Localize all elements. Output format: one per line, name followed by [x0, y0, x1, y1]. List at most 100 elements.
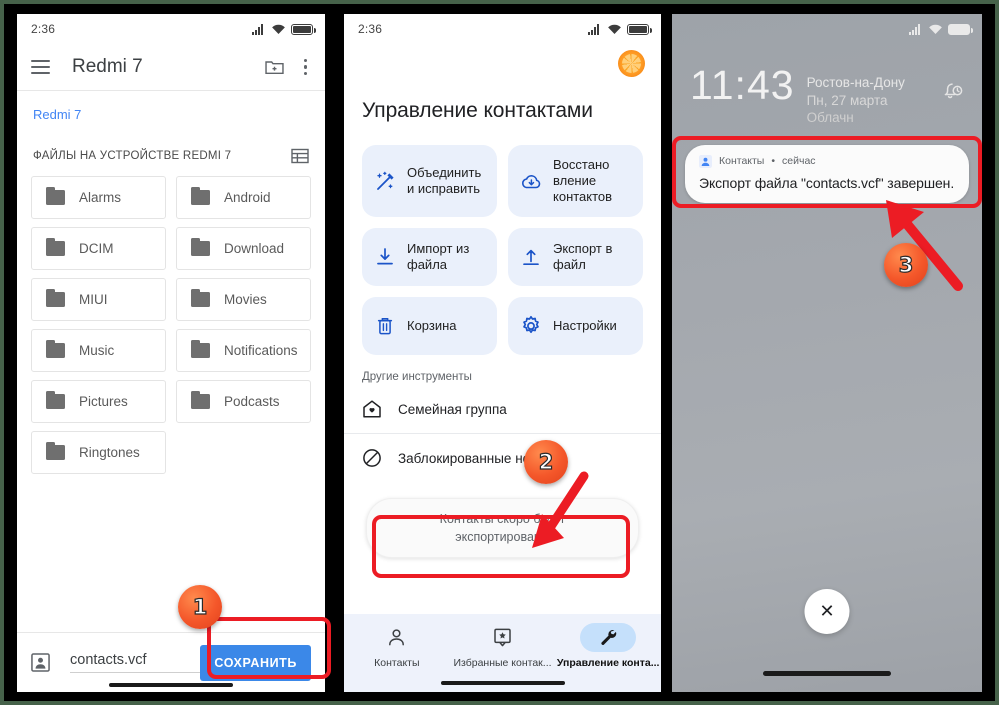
hamburger-icon[interactable] [31, 60, 50, 74]
tile-label: Импорт из файла [407, 240, 470, 272]
nav-label: Избранные контак... [453, 657, 552, 669]
panel-contacts-manager: 2:36 Управление контактами Объединить и и… [344, 14, 661, 692]
export-toast: Контакты скоро будут экспортированы [366, 498, 639, 559]
nav-pill [369, 623, 425, 652]
other-tools-label: Другие инструменты [362, 371, 472, 383]
folder-label: Notifications [224, 343, 298, 358]
export-icon [523, 249, 539, 266]
folder-label: Alarms [79, 190, 122, 205]
wifi-icon [608, 24, 621, 34]
section-header: ФАЙЛЫ НА УСТРОЙСТВЕ REDMI 7 [31, 122, 311, 176]
folder-icon [191, 187, 210, 205]
step-badge-3: 3 [884, 243, 928, 287]
file-manager-appbar: Redmi 7 [17, 44, 325, 91]
orange-slice-avatar[interactable] [618, 50, 645, 77]
action-tile-grid: Объединить и исправить Восстано вление конта… [344, 127, 661, 355]
tile-gear[interactable]: Настройки [508, 297, 643, 355]
step-badge-2: 2 [524, 440, 568, 484]
filename-field[interactable]: contacts.vcf [70, 652, 201, 673]
signal-icon [252, 24, 266, 35]
folder-card[interactable]: Ringtones [31, 431, 166, 474]
notification-separator: • [771, 155, 776, 168]
tool-label: Семейная группа [398, 401, 507, 417]
three-dots-icon[interactable] [300, 57, 311, 77]
lock-date: Пн, 27 марта [806, 92, 888, 108]
folder-label: Android [224, 190, 271, 205]
tile-trash[interactable]: Корзина [362, 297, 497, 355]
tile-export[interactable]: Экспорт в файл [508, 228, 643, 286]
status-bar-files: 2:36 [17, 14, 325, 44]
folder-card[interactable]: Notifications [176, 329, 311, 372]
breadcrumb[interactable]: Redmi 7 [31, 91, 311, 122]
nav-item-0[interactable]: Контакты [344, 623, 450, 669]
folder-label: Ringtones [79, 445, 140, 460]
tile-cloud-download[interactable]: Восстано вление контактов [508, 145, 643, 217]
notification-card[interactable]: Контакты • сейчас Экспорт файла "contact… [685, 144, 969, 203]
folder-icon [46, 340, 65, 358]
signal-icon [909, 24, 923, 35]
status-bar-contacts: 2:36 [344, 14, 661, 44]
folder-card[interactable]: Alarms [31, 176, 166, 219]
nav-label: Контакты [374, 657, 420, 669]
save-button[interactable]: СОХРАНИТЬ [200, 644, 311, 681]
screenshot-stage: 2:36 Redmi 7 Redmi 7 ФАЙЛЫ НА УСТРОЙСТВЕ… [0, 0, 999, 705]
status-icons [252, 23, 316, 35]
folder-icon [46, 238, 65, 256]
tool-row[interactable]: Семейная группа [344, 385, 661, 433]
folder-label: MIUI [79, 292, 108, 307]
folder-card[interactable]: Pictures [31, 380, 166, 423]
folder-card[interactable]: MIUI [31, 278, 166, 321]
nav-label: Управление конта... [556, 657, 660, 669]
folder-card[interactable]: Movies [176, 278, 311, 321]
person-icon [389, 629, 405, 646]
step-badge-1: 1 [178, 585, 222, 629]
close-icon[interactable]: ✕ [804, 589, 850, 634]
tile-label: Объединить и исправить [407, 164, 482, 196]
tile-label: Настройки [553, 317, 617, 333]
home-indicator [109, 683, 233, 687]
new-folder-icon[interactable] [265, 59, 284, 75]
folder-icon [46, 391, 65, 409]
folder-label: Movies [224, 292, 267, 307]
bell-clock-icon[interactable] [942, 66, 964, 105]
status-icons [909, 23, 973, 35]
section-label: ФАЙЛЫ НА УСТРОЙСТВЕ REDMI 7 [33, 150, 232, 162]
tile-label: Экспорт в файл [553, 240, 613, 272]
home-heart-icon [363, 400, 381, 418]
toast-wrap: Контакты скоро будут экспортированы [344, 482, 661, 559]
wifi-icon [272, 24, 285, 34]
folder-icon [46, 442, 65, 460]
nav-item-1[interactable]: Избранные контак... [450, 623, 556, 669]
trash-icon [377, 317, 393, 335]
avatar-row [344, 44, 661, 77]
folder-icon [191, 289, 210, 307]
status-bar-lock [672, 14, 982, 44]
list-view-icon[interactable] [291, 148, 309, 164]
page-title: Управление контактами [362, 99, 593, 122]
tool-row[interactable]: Заблокированные номера [344, 433, 661, 482]
notification-header: Контакты • сейчас [699, 154, 955, 168]
folder-label: DCIM [79, 241, 114, 256]
lock-city: Ростов-на-Дону [806, 75, 905, 90]
contact-card-icon [31, 653, 50, 672]
wifi-icon [929, 24, 942, 34]
nav-item-2[interactable]: Управление конта... [555, 623, 661, 669]
folder-card[interactable]: Android [176, 176, 311, 219]
lock-weather: Облачн [806, 110, 854, 126]
notification-app-name: Контакты [719, 155, 765, 168]
folder-card[interactable]: Podcasts [176, 380, 311, 423]
folder-card[interactable]: DCIM [31, 227, 166, 270]
folder-card[interactable]: Music [31, 329, 166, 372]
home-indicator [763, 671, 891, 676]
tile-magic-wand[interactable]: Объединить и исправить [362, 145, 497, 217]
lock-meta: Ростов-на-Дону Пн, 27 марта Облачн [807, 66, 930, 127]
home-indicator [440, 681, 565, 685]
folder-label: Pictures [79, 394, 128, 409]
folder-card[interactable]: Download [176, 227, 311, 270]
tile-import[interactable]: Импорт из файла [362, 228, 497, 286]
tile-label: Корзина [407, 317, 457, 333]
panel-file-manager: 2:36 Redmi 7 Redmi 7 ФАЙЛЫ НА УСТРОЙСТВЕ… [17, 14, 325, 692]
folder-icon [191, 340, 210, 358]
appbar-actions [265, 57, 311, 77]
folder-icon [191, 238, 210, 256]
